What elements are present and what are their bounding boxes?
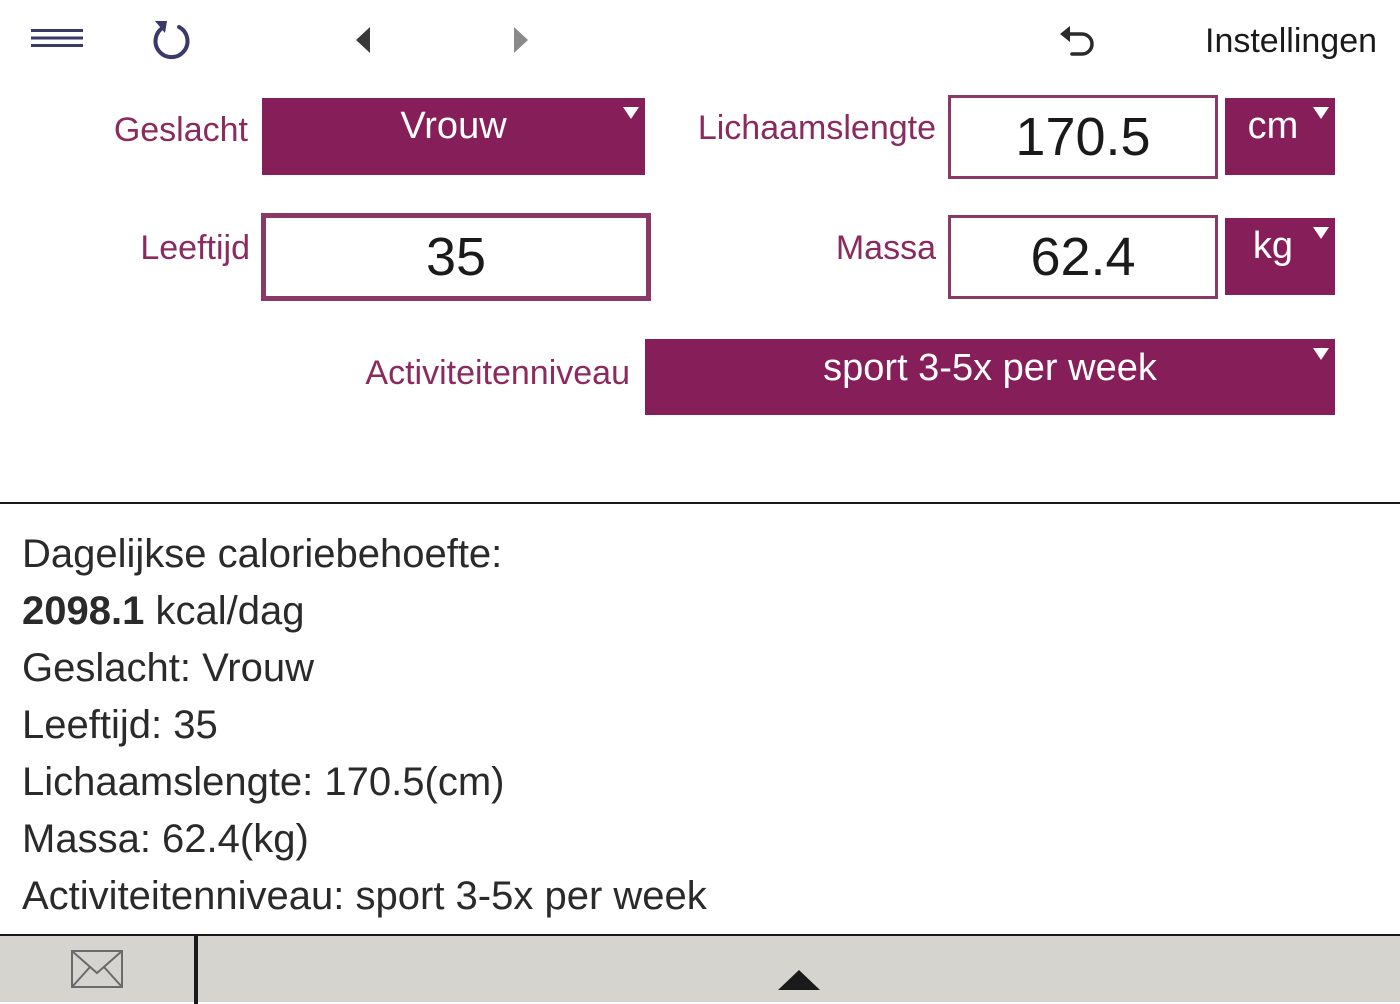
results-kcal: 2098.1 kcal/dag — [22, 583, 1382, 640]
mass-label: Massa — [835, 229, 936, 267]
activity-select-value: sport 3-5x per week — [823, 346, 1157, 389]
activity-label: Activiteitenniveau — [365, 354, 630, 392]
height-label: Lichaamslengte — [697, 109, 936, 147]
triangle-right-icon — [514, 27, 528, 53]
results-activity: Activiteitenniveau: sport 3-5x per week — [22, 874, 707, 918]
triangle-left-icon — [356, 27, 370, 53]
triangle-up-icon — [778, 970, 820, 990]
mail-button[interactable] — [0, 936, 194, 1002]
next-button[interactable] — [496, 18, 544, 62]
gender-label: Geslacht — [113, 111, 248, 149]
undo-button[interactable] — [1052, 16, 1102, 64]
height-unit-select[interactable]: cm — [1225, 98, 1335, 175]
reset-button[interactable] — [140, 14, 200, 66]
height-unit-value: cm — [1247, 105, 1299, 147]
results-panel: Dagelijkse caloriebehoefte: 2098.1 kcal/… — [22, 526, 1382, 925]
bottom-bar — [0, 934, 1400, 1004]
previous-button[interactable] — [340, 18, 388, 62]
divider — [0, 502, 1400, 504]
kcal-value: 2098.1 — [22, 589, 145, 633]
menu-button[interactable] — [22, 18, 92, 58]
kcal-unit: kcal/dag — [144, 589, 305, 633]
chevron-down-icon — [1313, 348, 1329, 360]
mass-unit-value: kg — [1252, 225, 1294, 267]
mass-unit-select[interactable]: kg — [1225, 218, 1335, 295]
chevron-down-icon — [623, 107, 639, 119]
age-label: Leeftijd — [140, 229, 250, 267]
settings-link[interactable]: Instellingen — [1205, 24, 1377, 58]
chevron-down-icon — [1313, 107, 1329, 119]
results-height: Lichaamslengte: 170.5(cm) — [22, 760, 505, 804]
expand-button[interactable] — [198, 936, 1400, 1002]
envelope-icon — [71, 950, 123, 988]
mass-input[interactable] — [948, 215, 1218, 299]
results-heading: Dagelijkse caloriebehoefte: — [22, 532, 503, 576]
reload-icon — [153, 21, 190, 60]
height-input[interactable] — [948, 95, 1218, 179]
chevron-down-icon — [1313, 227, 1329, 239]
gender-select[interactable]: Vrouw — [262, 98, 645, 175]
results-mass: Massa: 62.4(kg) — [22, 817, 309, 861]
undo-arrow-icon — [1060, 26, 1094, 56]
hamburger-menu-icon — [31, 29, 83, 47]
age-input[interactable] — [261, 213, 651, 301]
results-age: Leeftijd: 35 — [22, 703, 218, 747]
gender-select-value: Vrouw — [400, 105, 507, 147]
activity-select[interactable]: sport 3-5x per week — [645, 339, 1335, 415]
results-gender: Geslacht: Vrouw — [22, 646, 314, 690]
